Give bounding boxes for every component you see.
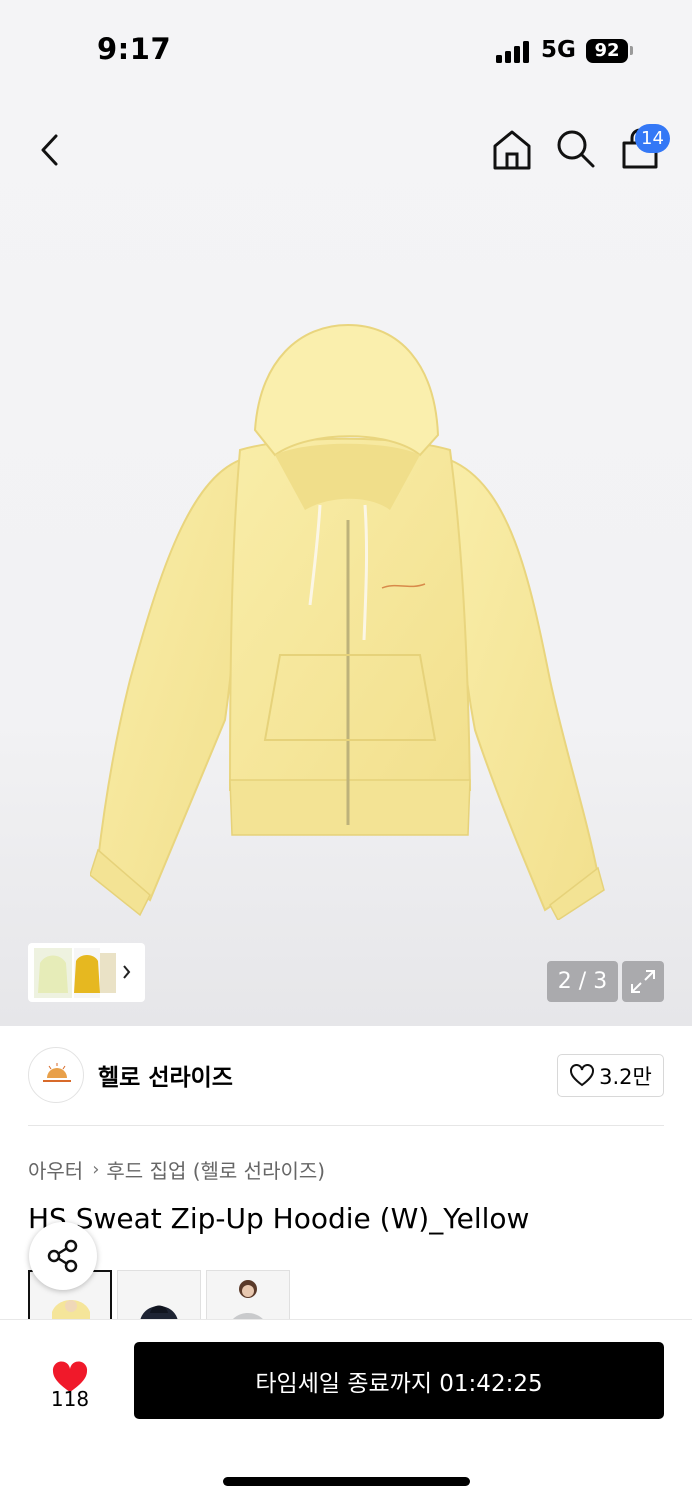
product-title: HS Sweat Zip-Up Hoodie (W)_Yellow [28,1202,530,1235]
cellular-signal-icon [496,41,532,63]
search-icon [557,130,595,168]
battery-tip [630,46,633,55]
divider [28,1125,664,1126]
sunrise-logo-icon [43,1063,71,1082]
thumbnail-images [34,948,131,998]
home-icon [493,130,531,170]
brand-like-count: 3.2만 [599,1064,652,1089]
brand-name[interactable]: 헬로 선라이즈 [98,1058,233,1092]
product-image-hoodie[interactable] [90,320,605,920]
search-button[interactable] [553,126,599,172]
brand-like-button[interactable]: 3.2만 [557,1054,664,1097]
home-indicator [223,1477,470,1486]
breadcrumb: 아우터 › 후드 집업 (헬로 선라이즈) [28,1155,325,1184]
gallery-thumbnail-strip[interactable] [28,943,145,1002]
expand-icon [631,970,655,993]
battery-icon: 92 [586,39,628,63]
share-icon [47,1239,78,1273]
chevron-right-icon: › [92,1159,100,1180]
favorite-count: 118 [50,1387,90,1411]
share-button[interactable] [29,1222,97,1290]
home-button[interactable] [489,126,535,172]
network-type: 5G [541,37,576,63]
breadcrumb-category[interactable]: 아우터 [28,1155,83,1184]
breadcrumb-subcategory[interactable]: 후드 집업 (헬로 선라이즈) [106,1155,325,1184]
gallery-pager: 2 / 3 [547,961,618,1002]
heart-outline-icon [570,1063,595,1086]
fullscreen-button[interactable] [622,961,664,1002]
back-button[interactable] [28,128,72,172]
brand-logo[interactable] [28,1047,84,1103]
cart-count-badge: 14 [635,124,670,153]
chevron-left-icon [41,134,58,166]
time-sale-buy-button[interactable]: 타임세일 종료까지 01:42:25 [134,1342,664,1419]
status-time: 9:17 [97,32,172,66]
battery-level: 92 [594,40,620,61]
